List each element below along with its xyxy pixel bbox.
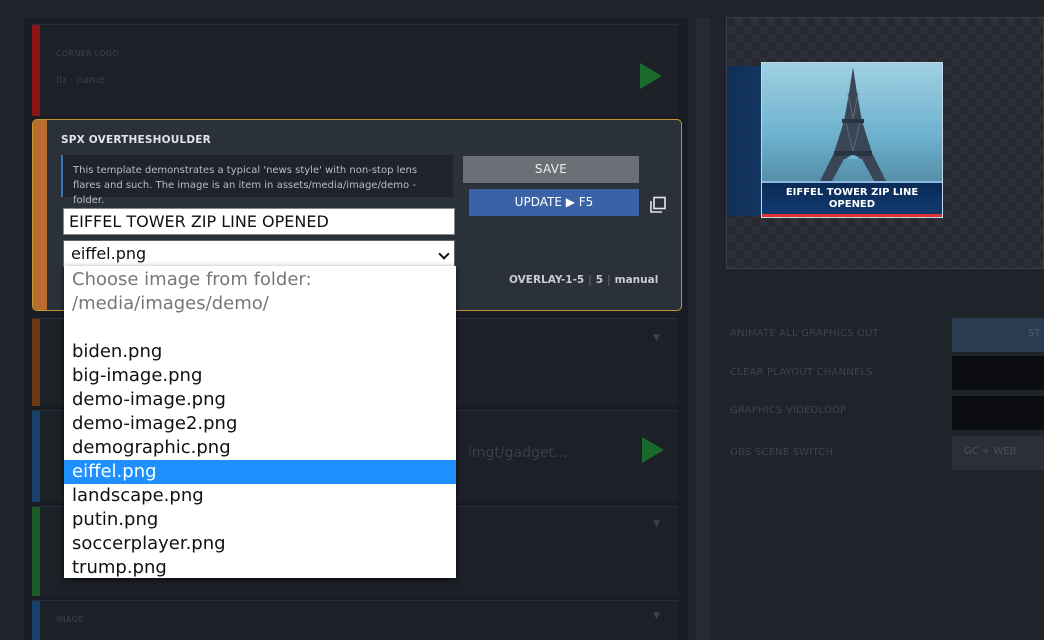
control-label-videoloop: GRAPHICS VIDEOLOOP [730, 405, 847, 416]
animate-out-button-label: ST [1028, 328, 1041, 339]
chevron-down-icon [438, 248, 450, 260]
playout-info: OVERLAY-1-5 | 5 | manual [509, 274, 658, 286]
control-label-animate-out: ANIMATE ALL GRAPHICS OUT [730, 328, 879, 339]
chevron-down-icon[interactable]: ▼ [653, 611, 660, 621]
rundown-item-strip [33, 120, 47, 310]
obs-scene-select-value: GC + WEB [964, 446, 1017, 457]
obs-scene-select[interactable]: GC + WEB [952, 436, 1044, 470]
panel-divider[interactable] [696, 18, 710, 640]
rundown-item-title: CORNER LOGO [56, 49, 119, 58]
dropdown-blank-option[interactable] [64, 316, 456, 340]
rundown-item-corner-logo[interactable]: CORNER LOGO Itr · name [32, 24, 678, 116]
dropdown-option-selected[interactable]: eiffel.png [64, 460, 456, 484]
dropdown-option[interactable]: demo-image.png [64, 388, 456, 412]
copy-icon[interactable] [649, 196, 667, 214]
rundown-item-strip [32, 25, 40, 116]
rundown-item-title: IMAGE [56, 615, 84, 624]
dropdown-option[interactable]: putin.png [64, 508, 456, 532]
dropdown-option[interactable]: landscape.png [64, 484, 456, 508]
dropdown-option[interactable]: big-image.png [64, 364, 456, 388]
dropdown-option[interactable]: biden.png [64, 340, 456, 364]
image-select-value: eiffel.png [71, 244, 147, 263]
dropdown-option[interactable]: soccerplayer.png [64, 532, 456, 556]
dropdown-option[interactable]: demographic.png [64, 436, 456, 460]
image-select-dropdown[interactable]: Choose image from folder: /media/images/… [64, 266, 456, 578]
dropdown-option[interactable]: trump.png [64, 556, 456, 580]
playout-server: OVERLAY-1-5 [509, 274, 585, 286]
graphic-caption: EIFFEL TOWER ZIP LINE OPENED [762, 181, 942, 217]
rundown-item-image[interactable]: IMAGE ▼ [32, 600, 678, 640]
control-label-clear-playout: CLEAR PLAYOUT CHANNELS [730, 367, 873, 378]
preview-image [762, 63, 942, 181]
rundown-item-subtitle: Itr · name [56, 75, 105, 86]
chevron-down-icon[interactable]: ▼ [653, 519, 660, 529]
videoloop-button[interactable] [952, 396, 1044, 430]
control-label-obs-scene: OBS SCENE SWITCH [730, 447, 834, 458]
rundown-item-subtitle: imgt/gadget... [468, 445, 568, 461]
eiffel-tower-image [820, 67, 886, 181]
rundown-item-strip [32, 319, 40, 406]
rundown-item-strip [32, 507, 40, 596]
graphic-accent-line [762, 214, 942, 217]
image-select[interactable]: eiffel.png [63, 240, 455, 267]
template-title: SPX OVERTHESHOULDER [61, 134, 211, 146]
template-description: This template demonstrates a typical 'ne… [61, 155, 453, 206]
dropdown-header: Choose image from folder: /media/images/… [64, 266, 456, 316]
overtheshoulder-graphic: EIFFEL TOWER ZIP LINE OPENED [761, 62, 943, 218]
chevron-down-icon[interactable]: ▼ [653, 333, 660, 343]
separator: | [607, 274, 611, 286]
preview-monitor: EIFFEL TOWER ZIP LINE OPENED [726, 17, 1044, 269]
rundown-item-strip [32, 601, 40, 640]
dropdown-option[interactable]: demo-image2.png [64, 412, 456, 436]
play-icon[interactable] [642, 437, 664, 463]
playout-layer: 5 [595, 274, 604, 286]
headline-input[interactable]: EIFFEL TOWER ZIP LINE OPENED [63, 208, 455, 235]
update-button[interactable]: UPDATE ▶ F5 [469, 189, 639, 216]
play-icon[interactable] [640, 63, 662, 89]
clear-playout-button[interactable] [952, 356, 1044, 390]
dropdown-header-line2: /media/images/demo/ [72, 293, 269, 314]
rundown-item-strip [32, 411, 40, 502]
dropdown-header-line1: Choose image from folder: [72, 269, 312, 290]
separator: | [588, 274, 592, 286]
save-button[interactable]: SAVE [463, 156, 639, 183]
playout-mode: manual [614, 274, 659, 286]
animate-out-button[interactable]: ST [952, 318, 1044, 352]
